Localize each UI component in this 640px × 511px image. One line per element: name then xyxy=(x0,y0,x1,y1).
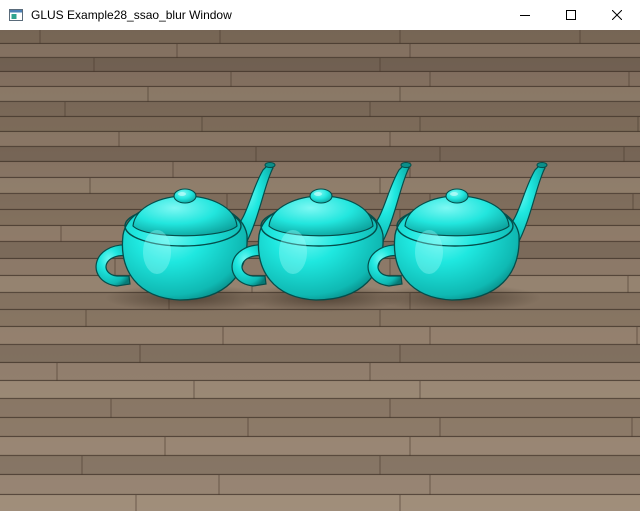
window-controls xyxy=(502,0,640,30)
minimize-button[interactable] xyxy=(502,0,548,30)
floor-plank xyxy=(0,87,640,102)
maximize-button[interactable] xyxy=(548,0,594,30)
floor-plank xyxy=(0,418,640,437)
window-title: GLUS Example28_ssao_blur Window xyxy=(31,8,232,22)
close-button[interactable] xyxy=(594,0,640,30)
floor-plank xyxy=(0,44,640,58)
floor-plank xyxy=(0,381,640,399)
floor-plank xyxy=(0,102,640,117)
minimize-icon xyxy=(520,15,530,16)
floor-plank xyxy=(0,399,640,418)
floor-plank xyxy=(0,310,640,327)
floor-plank xyxy=(0,475,640,495)
floor-plank xyxy=(0,345,640,363)
floor-plank xyxy=(0,495,640,511)
floor-plank xyxy=(0,30,640,44)
title-bar[interactable]: GLUS Example28_ssao_blur Window xyxy=(0,0,640,30)
floor-plank xyxy=(0,437,640,456)
close-icon xyxy=(612,10,622,20)
floor-plank xyxy=(0,58,640,72)
floor-plank xyxy=(0,147,640,162)
app-window-icon xyxy=(8,7,24,23)
scene-canvas xyxy=(0,30,640,511)
maximize-icon xyxy=(566,10,576,20)
floor-plank xyxy=(0,456,640,475)
render-viewport[interactable] xyxy=(0,30,640,511)
floor-plank xyxy=(0,327,640,345)
floor-plank xyxy=(0,363,640,381)
floor-plank xyxy=(0,117,640,132)
floor-plank xyxy=(0,132,640,147)
floor-plank xyxy=(0,72,640,87)
app-window: GLUS Example28_ssao_blur Window xyxy=(0,0,640,511)
